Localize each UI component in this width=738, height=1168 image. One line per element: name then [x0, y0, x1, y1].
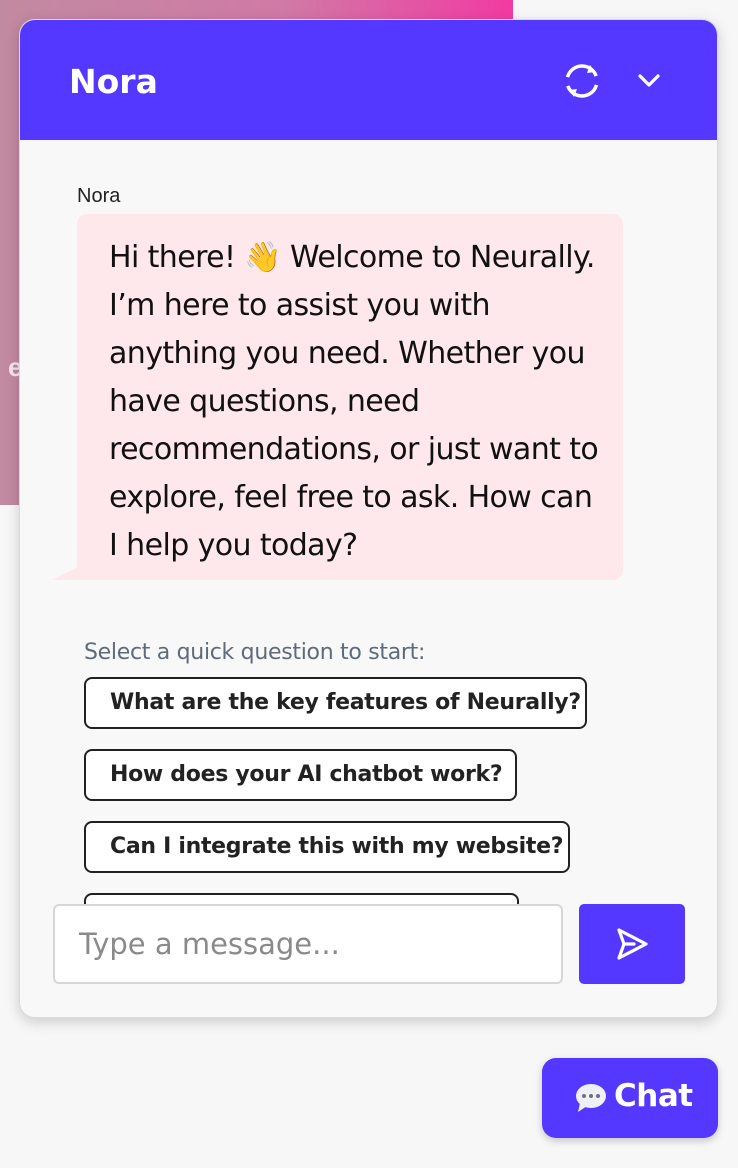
send-icon [617, 928, 648, 960]
chat-launcher-button[interactable]: Chat [542, 1058, 718, 1138]
chevron-down-icon[interactable] [632, 64, 666, 98]
chat-header: Nora [20, 20, 717, 140]
chat-bubble-icon [574, 1082, 608, 1119]
quick-question-button[interactable]: How does your AI chatbot work? [84, 749, 517, 801]
quick-questions-label: Select a quick question to start: [84, 640, 426, 665]
refresh-icon[interactable] [562, 61, 602, 101]
quick-question-button[interactable]: Can I integrate this with my website? [84, 821, 570, 873]
message-sender-name: Nora [77, 185, 121, 207]
send-button[interactable] [579, 904, 685, 984]
message-composer [20, 904, 717, 1017]
message-bubble: Hi there! 👋 Welcome to Neurally. I’m her… [77, 214, 623, 580]
chat-widget: Nora Nora Hi there! 👋 Welcome to Neurall… [19, 19, 718, 1018]
chat-title: Nora [69, 62, 158, 101]
chat-launcher-label: Chat [614, 1078, 693, 1114]
quick-question-button[interactable]: What are the key features of Neurally? [84, 677, 587, 729]
message-text: Hi there! 👋 Welcome to Neurally. I’m her… [109, 240, 599, 563]
message-input[interactable] [53, 904, 563, 984]
message-bubble-tail [52, 566, 80, 580]
